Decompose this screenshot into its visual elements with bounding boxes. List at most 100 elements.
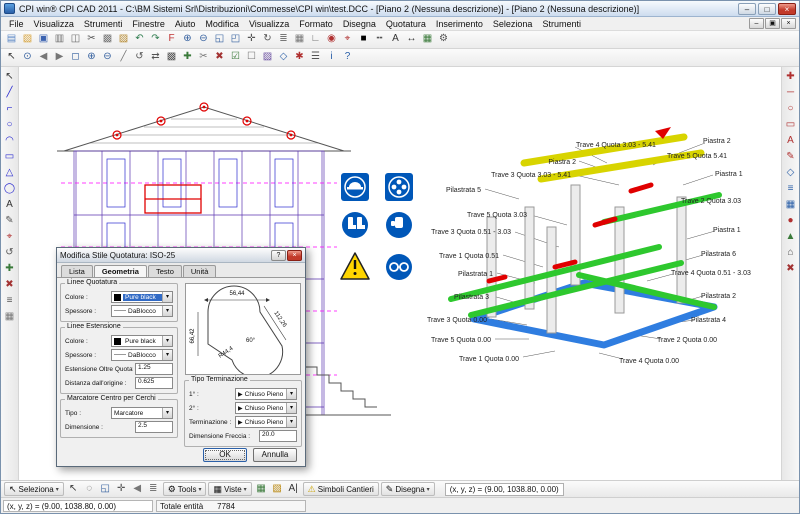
dialog-tab[interactable]: Unità — [183, 265, 217, 277]
zoom-in-icon[interactable]: ⊕ — [180, 32, 195, 47]
help-icon[interactable]: ? — [340, 50, 355, 65]
erase-icon[interactable]: ✖ — [212, 50, 227, 65]
terminazione-select[interactable]: ▶ Chiuso Pieno ▾ — [235, 416, 297, 428]
select-icon[interactable]: ↖ — [4, 50, 19, 65]
cut-icon[interactable]: ✂ — [84, 32, 99, 47]
chevron-down-icon[interactable]: ▾ — [162, 306, 172, 316]
circle-icon[interactable]: ○ — [2, 118, 17, 133]
chevron-down-icon[interactable]: ▾ — [162, 292, 172, 302]
pointer-icon[interactable]: ↖ — [2, 70, 17, 85]
menu-item[interactable]: Formato — [294, 18, 338, 30]
spessore-estensione-select[interactable]: —— DaBlocco ▾ — [111, 349, 173, 361]
menu-item[interactable]: Visualizza — [29, 18, 79, 30]
list-icon[interactable]: ≡ — [783, 182, 798, 197]
edit-icon[interactable]: ✎ — [783, 150, 798, 165]
trim-icon[interactable]: ✂ — [196, 50, 211, 65]
tipo-marcatore-select[interactable]: Marcatore ▾ — [111, 407, 173, 419]
line-icon[interactable]: ─ — [783, 86, 798, 101]
menu-item[interactable]: Seleziona — [488, 18, 538, 30]
text-icon[interactable]: A — [783, 134, 798, 149]
layer-off-icon[interactable]: ☐ — [244, 50, 259, 65]
dialog-close-button[interactable]: × — [287, 250, 302, 261]
zoom-out-icon[interactable]: ⊖ — [196, 32, 211, 47]
chevron-down-icon[interactable]: ▾ — [162, 350, 172, 360]
menu-item[interactable]: File — [4, 18, 29, 30]
polygon-icon[interactable]: △ — [2, 166, 17, 181]
ellipse-icon[interactable]: ◯ — [2, 182, 17, 197]
lasso-icon[interactable]: ◌ — [82, 482, 97, 497]
list-icon[interactable]: ≡ — [2, 294, 17, 309]
layer-on-icon[interactable]: ☑ — [228, 50, 243, 65]
zoom-previous-icon[interactable]: ◀ — [36, 50, 51, 65]
menu-item[interactable]: Strumenti — [79, 18, 128, 30]
zoom-window-icon[interactable]: ◱ — [212, 32, 227, 47]
text-icon[interactable]: A — [388, 32, 403, 47]
settings-icon[interactable]: ⚙ — [436, 32, 451, 47]
arc-icon[interactable]: ◠ — [2, 134, 17, 149]
colore-estensione-select[interactable]: Pure black ▾ — [111, 335, 173, 347]
zoom-realtime-icon[interactable]: ⊙ — [20, 50, 35, 65]
chevron-down-icon[interactable]: ▾ — [162, 408, 172, 418]
dialog-tab[interactable]: Testo — [148, 265, 182, 277]
point-icon[interactable]: ● — [783, 214, 798, 229]
menu-item[interactable]: Strumenti — [537, 18, 586, 30]
chevron-down-icon[interactable]: ▾ — [286, 417, 296, 427]
color-icon[interactable]: ■ — [356, 32, 371, 47]
chevron-down-icon[interactable]: ▾ — [286, 389, 296, 399]
print-icon[interactable]: ▥ — [52, 32, 67, 47]
viste-button[interactable]: ▦ Viste ▾ — [208, 482, 251, 496]
seleziona-button[interactable]: ↖ Seleziona ▾ — [4, 482, 64, 496]
ok-button[interactable]: OK — [203, 448, 247, 462]
text-icon[interactable]: A — [2, 198, 17, 213]
print-preview-icon[interactable]: ◫ — [68, 32, 83, 47]
menu-item[interactable]: Modifica — [200, 18, 244, 30]
mirror-icon[interactable]: ⇄ — [148, 50, 163, 65]
pointer-icon[interactable]: ↖ — [66, 482, 81, 497]
open-icon[interactable]: ▧ — [20, 32, 35, 47]
center-icon[interactable]: ⌖ — [2, 230, 17, 245]
polyline-icon[interactable]: ⌐ — [2, 102, 17, 117]
grid-icon[interactable]: ▦ — [292, 32, 307, 47]
mdi-restore-button[interactable]: ▣ — [765, 18, 780, 29]
pan-hand-icon[interactable]: ✛ — [114, 482, 129, 497]
freccia-input[interactable]: 20.0 — [259, 430, 297, 442]
close-icon[interactable]: ✖ — [783, 262, 798, 277]
magnifier-minus-icon[interactable]: ⊖ — [100, 50, 115, 65]
disegna-button[interactable]: ✎ Disegna ▾ — [381, 482, 435, 496]
mdi-minimize-button[interactable]: – — [749, 18, 764, 29]
spessore-quotatura-select[interactable]: —— DaBlocco ▾ — [111, 305, 173, 317]
hatch-icon[interactable]: ▨ — [260, 50, 275, 65]
simboli-cantieri-button[interactable]: ⚠ Simboli Cantieri — [303, 482, 379, 496]
delete-icon[interactable]: ✖ — [2, 278, 17, 293]
zoom-all-icon[interactable]: ◻ — [68, 50, 83, 65]
dialog-tab[interactable]: Lista — [61, 265, 93, 277]
ortho-icon[interactable]: ∟ — [308, 32, 323, 47]
menu-item[interactable]: Inserimento — [431, 18, 488, 30]
menu-item[interactable]: Aiuto — [170, 18, 201, 30]
pan-icon[interactable]: ✛ — [244, 32, 259, 47]
redo-icon[interactable]: ↷ — [148, 32, 163, 47]
zoom-extents-icon[interactable]: ◰ — [228, 32, 243, 47]
zoom-window-icon[interactable]: ◱ — [98, 482, 113, 497]
rotate-icon[interactable]: ↺ — [2, 246, 17, 261]
menu-item[interactable]: Visualizza — [244, 18, 294, 30]
circle-icon[interactable]: ○ — [783, 102, 798, 117]
block-icon[interactable]: ◇ — [783, 166, 798, 181]
magnifier-plus-icon[interactable]: ⊕ — [84, 50, 99, 65]
osnap-icon[interactable]: ⌖ — [340, 32, 355, 47]
properties-icon[interactable]: ☰ — [308, 50, 323, 65]
minimize-button[interactable]: – — [738, 3, 756, 15]
dimensione-marcatore-input[interactable]: 2.5 — [135, 421, 173, 433]
menu-item[interactable]: Disegna — [338, 18, 381, 30]
menu-item[interactable]: Finestre — [127, 18, 170, 30]
move-icon[interactable]: ✚ — [180, 50, 195, 65]
text-style-icon[interactable]: A| — [286, 482, 301, 497]
colore-quotatura-select[interactable]: Pure black ▾ — [111, 291, 173, 303]
chevron-down-icon[interactable]: ▾ — [162, 336, 172, 346]
annulla-button[interactable]: Annulla — [253, 448, 297, 462]
rotate-icon[interactable]: ↺ — [132, 50, 147, 65]
menu-item[interactable]: Quotatura — [381, 18, 431, 30]
block-icon[interactable]: ◇ — [276, 50, 291, 65]
terminazione-1-select[interactable]: ▶ Chiuso Pieno ▾ — [235, 388, 297, 400]
zoom-next-icon[interactable]: ▶ — [52, 50, 67, 65]
